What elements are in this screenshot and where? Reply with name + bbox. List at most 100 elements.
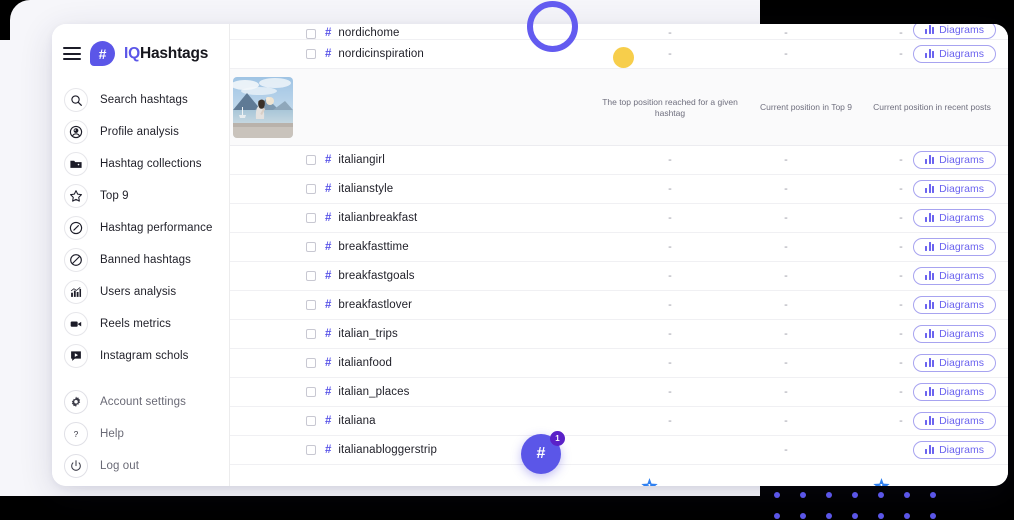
cell-top-position: - <box>668 270 672 282</box>
diagrams-action-wrap: Diagrams <box>913 24 996 39</box>
sidebar-item-search-hashtags[interactable]: Search hashtags <box>52 84 229 116</box>
bar-chart-icon <box>925 358 935 368</box>
bar-chart-icon <box>925 387 935 397</box>
sidebar-item-hashtag-collections[interactable]: Hashtag collections <box>52 148 229 180</box>
diagrams-button[interactable]: Diagrams <box>913 208 996 227</box>
table-row[interactable]: # italiangirl - - - Diagrams <box>230 146 1008 175</box>
table-row[interactable]: # italiana - - - Diagrams <box>230 407 1008 436</box>
row-checkbox[interactable] <box>306 29 316 39</box>
diagrams-action-wrap: Diagrams <box>913 411 996 431</box>
search-icon <box>64 88 88 112</box>
diagrams-action-wrap: Diagrams <box>913 44 996 64</box>
table-row[interactable]: # breakfasttime - - - Diagrams <box>230 233 1008 262</box>
logo-hashtag-bubble-icon: # <box>90 41 115 66</box>
table-row[interactable]: # italian_trips - - - Diagrams <box>230 320 1008 349</box>
table-row[interactable]: # breakfastlover - - - Diagrams <box>230 291 1008 320</box>
diagrams-button[interactable]: Diagrams <box>913 411 996 430</box>
table-row[interactable]: # breakfastgoals - - - Diagrams <box>230 262 1008 291</box>
ban-icon <box>64 248 88 272</box>
diagrams-button-label: Diagrams <box>939 327 984 340</box>
table-row[interactable]: # italian_places - - - Diagrams <box>230 378 1008 407</box>
cell-top-position: - <box>668 212 672 224</box>
sidebar-item-users-analysis[interactable]: Users analysis <box>52 276 229 308</box>
hashtag-name: italiana <box>338 415 376 427</box>
diagrams-button[interactable]: Diagrams <box>913 150 996 169</box>
sidebar-item-label: Users analysis <box>100 286 177 298</box>
table-row[interactable]: # nordichome - - - Diagrams <box>230 24 1008 40</box>
sidebar-item-reels-metrics[interactable]: Reels metrics <box>52 308 229 340</box>
decorative-dot <box>852 513 858 519</box>
hash-icon: # <box>325 154 332 166</box>
gauge-icon <box>64 216 88 240</box>
hashtag-cursor-count: 1 <box>550 431 565 446</box>
diagrams-button[interactable]: Diagrams <box>913 237 996 256</box>
row-checkbox[interactable] <box>306 445 316 455</box>
bar-chart-icon <box>925 416 935 426</box>
row-checkbox[interactable] <box>306 416 316 426</box>
diagrams-action-wrap: Diagrams <box>913 150 996 170</box>
sidebar-item-hashtag-performance[interactable]: Hashtag performance <box>52 212 229 244</box>
table-row[interactable]: # italianstyle - - - Diagrams <box>230 175 1008 204</box>
row-checkbox[interactable] <box>306 271 316 281</box>
cell-top-position: - <box>668 241 672 253</box>
brand-row: # IQHashtags <box>52 24 229 66</box>
row-checkbox[interactable] <box>306 329 316 339</box>
row-checkbox[interactable] <box>306 242 316 252</box>
bar-chart-icon <box>925 49 935 59</box>
sidebar-item-help[interactable]: ? Help <box>52 418 229 450</box>
bar-chart-icon <box>925 445 935 455</box>
sidebar-item-label: Reels metrics <box>100 318 171 330</box>
hash-icon: # <box>325 241 332 253</box>
bar-chart-icon <box>925 329 935 339</box>
row-checkbox[interactable] <box>306 387 316 397</box>
sidebar-item-banned-hashtags[interactable]: Banned hashtags <box>52 244 229 276</box>
sidebar-item-account-settings[interactable]: Account settings <box>52 386 229 418</box>
sidebar-nav: Search hashtags Profile analysis Hashtag… <box>52 84 229 482</box>
post-thumbnail[interactable] <box>233 77 293 138</box>
diagrams-button[interactable]: Diagrams <box>913 44 996 63</box>
cell-top9-position: - <box>784 241 788 253</box>
diagrams-button[interactable]: Diagrams <box>913 295 996 314</box>
row-checkbox[interactable] <box>306 213 316 223</box>
decorative-dot <box>800 492 806 498</box>
hashtag-name: italianstyle <box>338 183 394 195</box>
diagrams-button[interactable]: Diagrams <box>913 24 996 39</box>
diagrams-button[interactable]: Diagrams <box>913 353 996 372</box>
row-checkbox[interactable] <box>306 184 316 194</box>
table-row[interactable]: # italianbreakfast - - - Diagrams <box>230 204 1008 233</box>
decorative-dot <box>930 513 936 519</box>
hash-icon: # <box>325 299 332 311</box>
row-checkbox[interactable] <box>306 155 316 165</box>
decorative-dot <box>800 513 806 519</box>
sidebar-item-label: Help <box>100 428 125 440</box>
diagrams-button[interactable]: Diagrams <box>913 266 996 285</box>
diagrams-button[interactable]: Diagrams <box>913 382 996 401</box>
hash-icon: # <box>325 444 332 456</box>
diagrams-button[interactable]: Diagrams <box>913 440 996 459</box>
row-checkbox[interactable] <box>306 49 316 59</box>
hamburger-menu-icon[interactable] <box>63 47 81 60</box>
diagrams-button[interactable]: Diagrams <box>913 324 996 343</box>
diagrams-button-label: Diagrams <box>939 356 984 369</box>
hashtag-name: italian_trips <box>338 328 398 340</box>
table-row[interactable]: # italianfood - - - Diagrams <box>230 349 1008 378</box>
cell-top-position: - <box>668 357 672 369</box>
sidebar-item-log-out[interactable]: Log out <box>52 450 229 482</box>
cell-top9-position: - <box>784 27 788 39</box>
hashtag-cursor-badge: # 1 <box>521 431 565 474</box>
diagrams-button[interactable]: Diagrams <box>913 179 996 198</box>
cell-top-position: - <box>668 415 672 427</box>
row-checkbox[interactable] <box>306 358 316 368</box>
row-checkbox[interactable] <box>306 300 316 310</box>
cell-top9-position: - <box>784 154 788 166</box>
diagrams-button-label: Diagrams <box>939 182 984 195</box>
bar-chart-icon <box>925 271 935 281</box>
sidebar-item-instagram-schols[interactable]: Instagram schols <box>52 340 229 372</box>
sidebar-item-top-9[interactable]: Top 9 <box>52 180 229 212</box>
cell-top9-position: - <box>784 48 788 60</box>
sidebar-item-profile-analysis[interactable]: Profile analysis <box>52 116 229 148</box>
decorative-dot <box>774 492 780 498</box>
cell-top9-position: - <box>784 270 788 282</box>
decorative-yellow-dot <box>613 47 634 68</box>
table-row[interactable]: # italianabloggerstrip - Diagrams <box>230 436 1008 465</box>
